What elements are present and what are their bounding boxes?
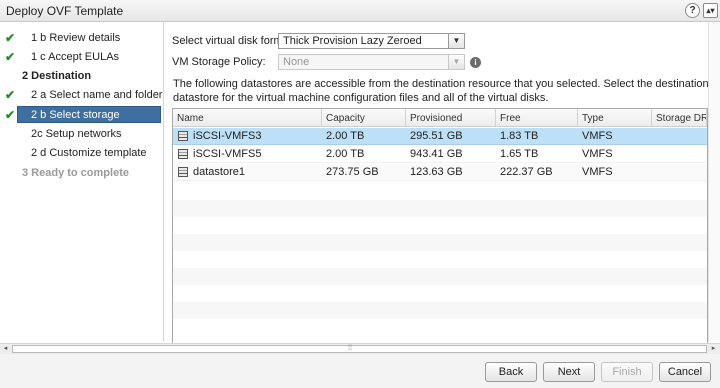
cell-type: VMFS (582, 148, 613, 160)
storage-policy-label: VM Storage Policy: (172, 56, 266, 68)
cell-type: VMFS (582, 166, 613, 178)
cell-type: VMFS (582, 130, 613, 142)
expand-icon[interactable]: ▴▾ (703, 3, 718, 18)
step-label: 1 c Accept EULAs (31, 51, 120, 63)
datastore-icon (178, 131, 188, 141)
step-setup-networks[interactable]: 2c Setup networks (0, 125, 164, 144)
dropdown-arrow-icon[interactable]: ▼ (448, 34, 464, 48)
step-customize-template[interactable]: 2 d Customize template (0, 144, 164, 163)
finish-button[interactable]: Finish (601, 362, 653, 382)
dialog-title: Deploy OVF Template (6, 4, 124, 18)
column-header-storage-drs[interactable]: Storage DRS (652, 109, 707, 127)
disk-format-select[interactable]: Thick Provision Lazy Zeroed ▼ (278, 33, 465, 49)
datastore-icon (178, 167, 188, 177)
step-review-details[interactable]: ✔ 1 b Review details (0, 29, 164, 48)
step-select-storage[interactable]: ✔ 2 b Select storage (0, 106, 164, 125)
cell-name: iSCSI-VMFS5 (193, 148, 262, 160)
step-label: 2 a Select name and folder (31, 89, 163, 101)
dropdown-arrow-icon[interactable]: ▼ (448, 55, 464, 69)
step-accept-eulas[interactable]: ✔ 1 c Accept EULAs (0, 48, 164, 67)
main-content: Select virtual disk format: Thick Provis… (165, 22, 720, 356)
step-select-name-folder[interactable]: ✔ 2 a Select name and folder (0, 86, 164, 105)
cell-provisioned: 295.51 GB (410, 130, 463, 142)
storage-policy-select[interactable]: None ▼ (278, 54, 465, 70)
disk-format-value: Thick Provision Lazy Zeroed (283, 35, 422, 47)
step-destination: 2 Destination (0, 67, 164, 86)
datastore-description: The following datastores are accessible … (173, 78, 709, 104)
cell-capacity: 2.00 TB (326, 148, 365, 160)
title-bar: Deploy OVF Template ? ▴▾ (0, 0, 720, 22)
scroll-thumb[interactable]: ⁞⁞ (12, 345, 707, 353)
cell-capacity: 2.00 TB (326, 130, 365, 142)
info-icon[interactable]: i (470, 57, 481, 68)
next-button[interactable]: Next (543, 362, 595, 382)
cancel-button[interactable]: Cancel (659, 362, 711, 382)
step-label: 1 b Review details (31, 32, 121, 44)
empty-row (173, 302, 707, 319)
table-row[interactable]: iSCSI-VMFS3 2.00 TB 295.51 GB 1.83 TB VM… (173, 128, 707, 145)
column-header-capacity[interactable]: Capacity (322, 109, 406, 127)
cell-provisioned: 943.41 GB (410, 148, 463, 160)
back-button[interactable]: Back (485, 362, 537, 382)
table-row[interactable]: datastore1 273.75 GB 123.63 GB 222.37 GB… (173, 164, 707, 181)
cell-free: 222.37 GB (500, 166, 553, 178)
table-row[interactable]: iSCSI-VMFS5 2.00 TB 943.41 GB 1.65 TB VM… (173, 146, 707, 163)
column-header-type[interactable]: Type (578, 109, 652, 127)
disk-format-label: Select virtual disk format: (172, 35, 295, 47)
column-header-free[interactable]: Free (496, 109, 578, 127)
dialog-horizontal-scrollbar[interactable]: ◂ ⁞⁞ ▸ (0, 343, 720, 354)
empty-row (173, 200, 707, 217)
cell-free: 1.83 TB (500, 130, 539, 142)
check-icon: ✔ (5, 31, 16, 45)
scroll-right-icon[interactable]: ▸ (708, 344, 719, 354)
step-label: 3 Ready to complete (22, 167, 129, 179)
check-icon: ✔ (5, 88, 16, 102)
empty-row (173, 268, 707, 285)
scroll-left-icon[interactable]: ◂ (0, 344, 11, 354)
grip-icon: ⁞⁞ (348, 345, 352, 352)
column-header-name[interactable]: Name (173, 109, 322, 127)
cell-name: iSCSI-VMFS3 (193, 130, 262, 142)
vertical-scroll-track[interactable] (708, 22, 720, 342)
storage-policy-value: None (283, 56, 310, 68)
datastore-icon (178, 149, 188, 159)
step-label: 2c Setup networks (31, 128, 122, 140)
dialog-footer: Back Next Finish Cancel (0, 354, 720, 388)
cell-name: datastore1 (193, 166, 245, 178)
step-label: 2 Destination (22, 70, 92, 82)
cell-free: 1.65 TB (500, 148, 539, 160)
cell-provisioned: 123.63 GB (410, 166, 463, 178)
step-label: 2 d Customize template (31, 147, 147, 159)
cell-capacity: 273.75 GB (326, 166, 379, 178)
column-header-provisioned[interactable]: Provisioned (406, 109, 496, 127)
wizard-steps-sidebar: ✔ 1 b Review details ✔ 1 c Accept EULAs … (0, 22, 164, 342)
step-ready-to-complete: 3 Ready to complete (0, 164, 164, 183)
table-header: Name Capacity Provisioned Free Type Stor… (173, 109, 707, 127)
step-label: 2 b Select storage (31, 109, 120, 121)
check-icon: ✔ (5, 108, 16, 122)
check-icon: ✔ (5, 50, 16, 64)
datastore-table: Name Capacity Provisioned Free Type Stor… (172, 108, 708, 356)
help-icon[interactable]: ? (685, 3, 700, 18)
empty-row (173, 234, 707, 251)
